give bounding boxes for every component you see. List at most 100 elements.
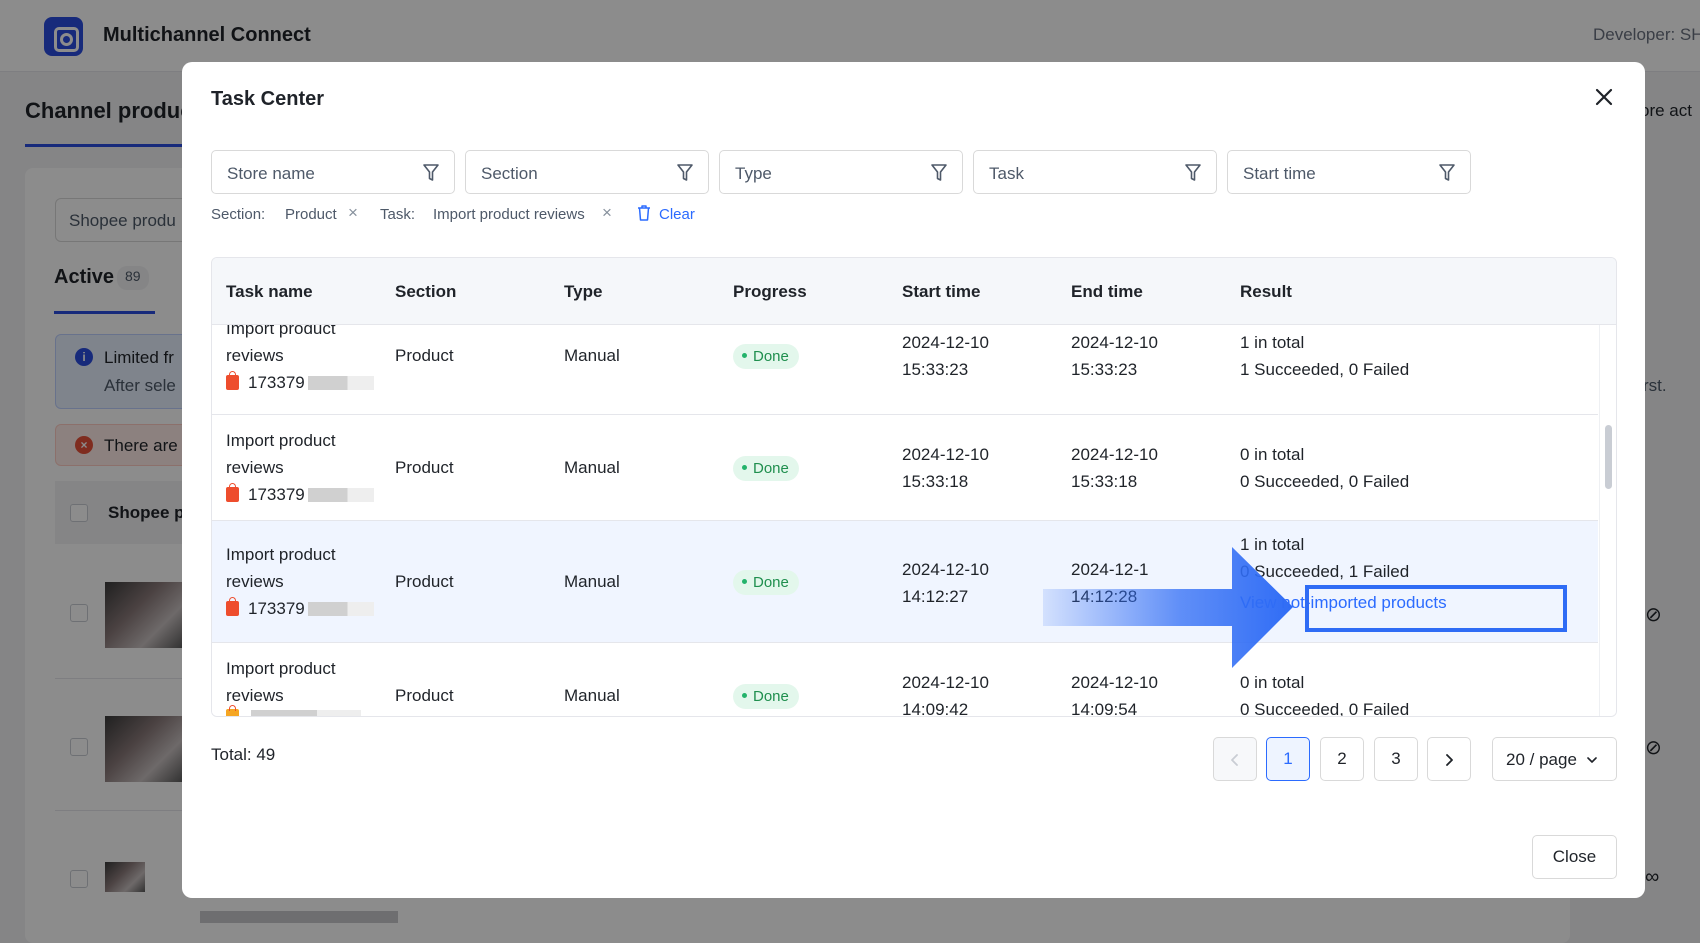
status-badge: Done bbox=[733, 684, 799, 709]
store-id-blur bbox=[307, 487, 374, 502]
modal-title: Task Center bbox=[211, 88, 325, 110]
start-time-cell: 2024-12-10 14:09:42 bbox=[902, 669, 989, 717]
status-badge: Done bbox=[733, 344, 799, 369]
trash-icon[interactable] bbox=[636, 204, 652, 222]
filter-section[interactable]: Section bbox=[465, 150, 709, 194]
start-date: 2024-12-10 bbox=[902, 333, 989, 352]
page-1-button[interactable]: 1 bbox=[1266, 737, 1310, 781]
store-id-blur bbox=[307, 375, 374, 390]
end-time-cell: 2024-12-10 14:09:54 bbox=[1071, 669, 1158, 716]
table-row: Import product reviews 173379 Product Ma… bbox=[212, 415, 1598, 521]
type-cell: Manual bbox=[564, 458, 620, 477]
shopee-bag-icon bbox=[226, 371, 239, 390]
end-clock: 15:33:18 bbox=[1071, 472, 1138, 491]
start-time-cell: 2024-12-10 15:33:23 bbox=[902, 329, 989, 383]
task-name-line1: Import product bbox=[226, 325, 336, 338]
task-name-line1: Import product bbox=[226, 545, 336, 564]
chip-section-remove-icon[interactable]: × bbox=[348, 203, 358, 223]
start-date: 2024-12-10 bbox=[902, 673, 989, 692]
chip-task-key: Task: bbox=[380, 206, 416, 223]
close-icon[interactable] bbox=[1590, 83, 1618, 111]
close-button[interactable]: Close bbox=[1532, 835, 1617, 879]
prev-page-button[interactable] bbox=[1213, 737, 1257, 781]
col-start-time: Start time bbox=[902, 282, 981, 301]
view-not-imported-products-link[interactable]: View not-imported products bbox=[1240, 593, 1447, 613]
status-text: Done bbox=[753, 688, 789, 705]
end-clock: 15:33:23 bbox=[1071, 360, 1138, 379]
table-scrollbar[interactable] bbox=[1599, 325, 1616, 716]
table-row-highlighted: Import product reviews 173379 Product Ma… bbox=[212, 521, 1598, 643]
section-cell: Product bbox=[395, 572, 454, 591]
end-clock: 14:12:28 bbox=[1071, 587, 1138, 606]
status-text: Done bbox=[753, 574, 789, 591]
task-table: Task name Section Type Progress Start ti… bbox=[211, 257, 1617, 717]
task-name-line1: Import product bbox=[226, 431, 336, 450]
filter-icon bbox=[1185, 164, 1201, 181]
store-id-blur bbox=[307, 601, 374, 616]
table-scrollbar-thumb[interactable] bbox=[1605, 425, 1612, 489]
chip-task-remove-icon[interactable]: × bbox=[602, 203, 612, 223]
col-result: Result bbox=[1240, 282, 1292, 301]
task-name-cell: Import product reviews bbox=[226, 655, 361, 716]
filter-task[interactable]: Task bbox=[973, 150, 1217, 194]
result-total: 0 in total bbox=[1240, 673, 1305, 692]
task-name-cell: Import product reviews 173379 bbox=[226, 541, 374, 622]
result-cell: 0 in total 0 Succeeded, 0 Failed bbox=[1240, 669, 1410, 717]
result-detail: 0 Succeeded, 1 Failed bbox=[1240, 562, 1410, 581]
task-name-cell: Import product reviews 173379 bbox=[226, 427, 374, 508]
total-count: Total: 49 bbox=[211, 745, 276, 764]
end-date: 2024-12-10 bbox=[1071, 673, 1158, 692]
start-clock: 14:12:27 bbox=[902, 587, 969, 606]
shopee-bag-icon bbox=[226, 597, 239, 616]
result-detail: 0 Succeeded, 0 Failed bbox=[1240, 700, 1410, 717]
end-time-cell: 2024-12-10 15:33:23 bbox=[1071, 329, 1158, 383]
result-detail: 0 Succeeded, 0 Failed bbox=[1240, 472, 1410, 491]
col-progress: Progress bbox=[733, 282, 807, 301]
start-time-cell: 2024-12-10 14:12:27 bbox=[902, 556, 989, 610]
task-table-body: Import product reviews 173379 Product Ma… bbox=[212, 325, 1598, 717]
end-date: 2024-12-1 bbox=[1071, 560, 1149, 579]
page-3-button[interactable]: 3 bbox=[1374, 737, 1418, 781]
chevron-left-icon bbox=[1231, 753, 1238, 766]
chip-task-value: Import product reviews bbox=[433, 206, 585, 223]
start-date: 2024-12-10 bbox=[902, 560, 989, 579]
page-size-select[interactable]: 20 / page bbox=[1492, 737, 1617, 781]
result-total: 1 in total bbox=[1240, 535, 1305, 554]
status-badge: Done bbox=[733, 456, 799, 481]
filter-type[interactable]: Type bbox=[719, 150, 963, 194]
filter-icon bbox=[1439, 164, 1455, 181]
filter-label: Type bbox=[735, 164, 772, 183]
col-type: Type bbox=[564, 282, 603, 301]
status-badge: Done bbox=[733, 570, 799, 595]
store-line: 173379 bbox=[226, 481, 374, 508]
task-table-header: Task name Section Type Progress Start ti… bbox=[212, 258, 1616, 325]
start-clock: 14:09:42 bbox=[902, 700, 969, 717]
task-name-line2: reviews bbox=[226, 346, 284, 365]
filter-start-time[interactable]: Start time bbox=[1227, 150, 1471, 194]
status-dot bbox=[742, 352, 747, 358]
filter-store-name[interactable]: Store name bbox=[211, 150, 455, 194]
filter-icon bbox=[423, 164, 439, 181]
page-2-button[interactable]: 2 bbox=[1320, 737, 1364, 781]
status-dot bbox=[742, 578, 747, 584]
type-cell: Manual bbox=[564, 572, 620, 591]
section-cell: Product bbox=[395, 458, 454, 477]
store-line: 173379 bbox=[226, 369, 374, 396]
result-cell: 1 in total 1 Succeeded, 0 Failed bbox=[1240, 329, 1409, 383]
chip-section-key: Section: bbox=[211, 206, 266, 223]
filter-icon bbox=[931, 164, 947, 181]
shopee-bag-icon bbox=[226, 483, 239, 502]
result-total: 0 in total bbox=[1240, 445, 1305, 464]
end-date: 2024-12-10 bbox=[1071, 333, 1158, 352]
filter-icon bbox=[677, 164, 693, 181]
store-line: 173379 bbox=[226, 595, 374, 622]
store-id: 173379 bbox=[248, 599, 305, 618]
clear-filters-button[interactable]: Clear bbox=[659, 206, 695, 223]
result-total: 1 in total bbox=[1240, 333, 1305, 352]
next-page-button[interactable] bbox=[1427, 737, 1471, 781]
type-cell: Manual bbox=[564, 686, 620, 705]
status-dot bbox=[742, 464, 747, 470]
status-text: Done bbox=[753, 348, 789, 365]
store-name-blur bbox=[251, 709, 361, 716]
filter-label: Start time bbox=[1243, 164, 1316, 183]
